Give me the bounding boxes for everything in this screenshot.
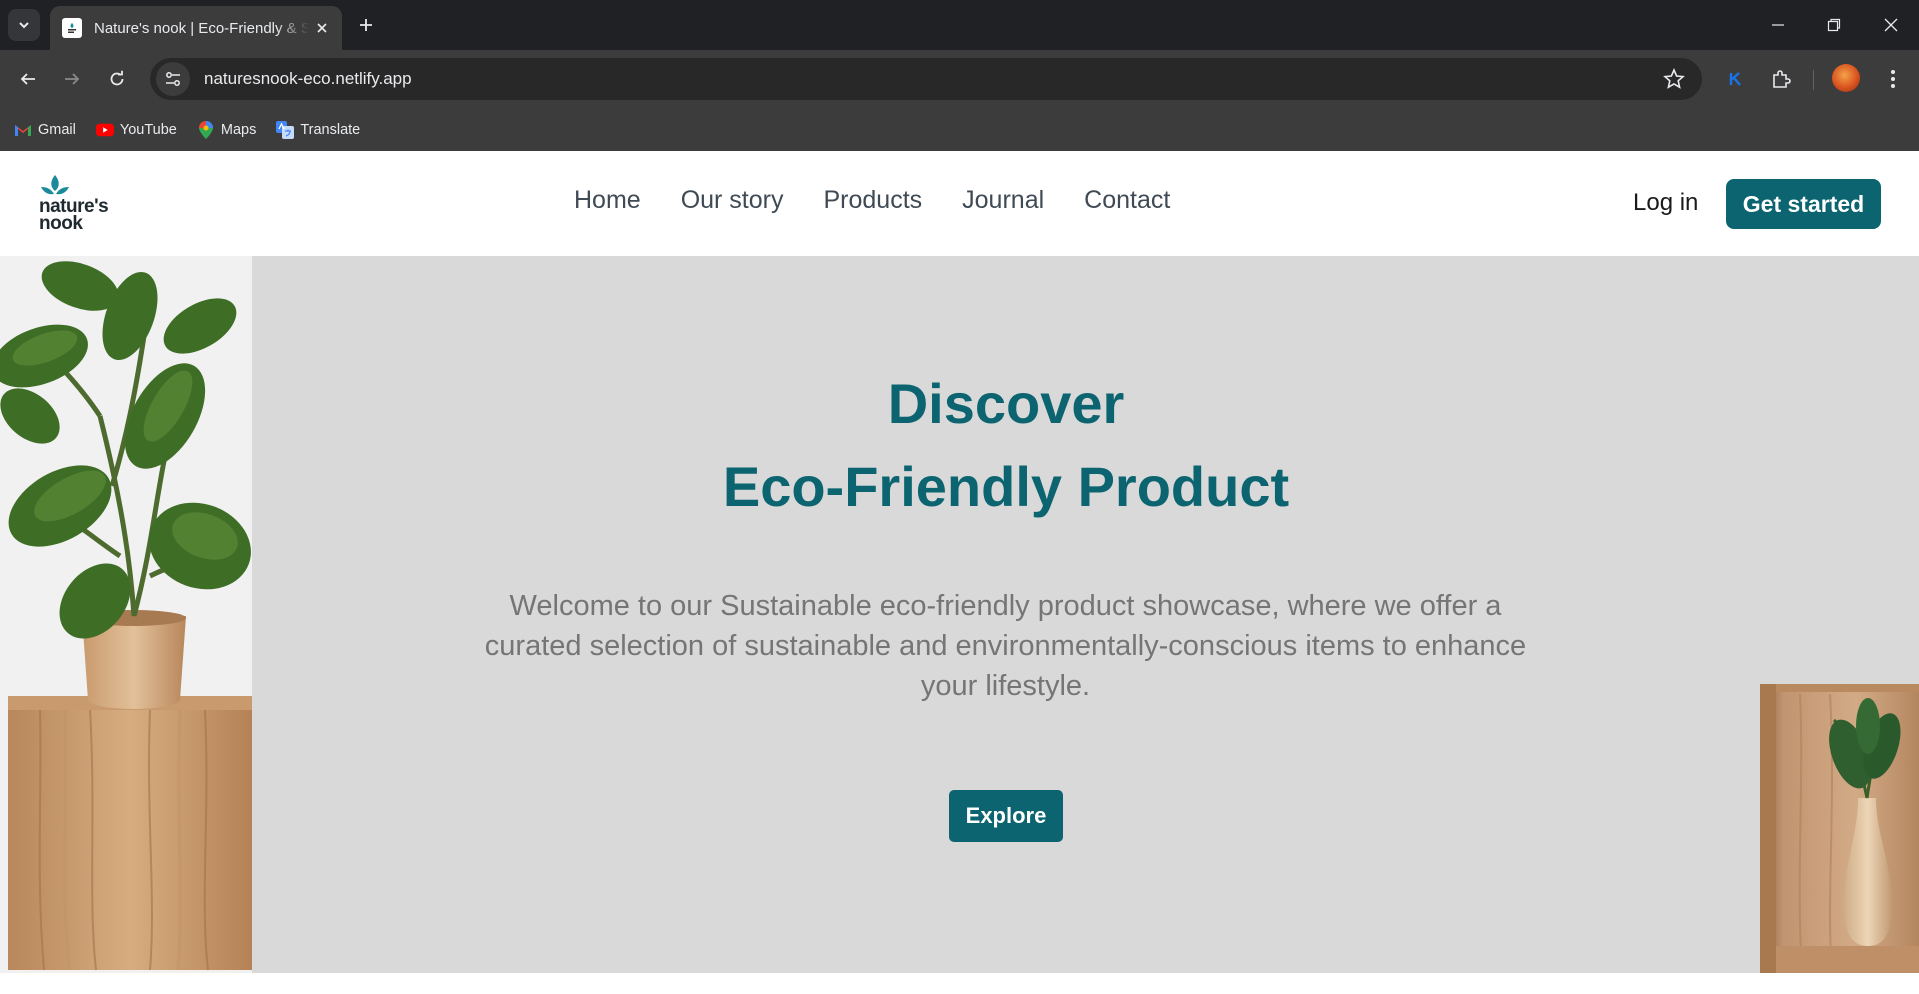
active-tab[interactable]: Nature's nook | Eco-Friendly & Sustainab… — [50, 6, 342, 50]
bookmark-label: Translate — [300, 121, 361, 138]
address-bar[interactable]: naturesnook-eco.netlify.app — [150, 58, 1702, 100]
reload-icon — [110, 70, 124, 86]
bookmark-label: Gmail — [38, 121, 76, 138]
reload-button[interactable] — [100, 62, 134, 96]
site-info-button[interactable] — [156, 62, 190, 96]
arrow-left-icon — [20, 73, 35, 85]
nav-journal[interactable]: Journal — [962, 186, 1044, 215]
tab-close-button[interactable] — [312, 18, 332, 38]
browser-toolbar: naturesnook-eco.netlify.app — [0, 50, 1919, 108]
logo-text: nature's nook — [39, 197, 109, 234]
site-logo[interactable]: nature's nook — [38, 173, 128, 239]
close-icon — [1884, 18, 1898, 32]
gmail-icon — [14, 121, 32, 139]
main-nav: Home Our story Products Journal Contact — [574, 186, 1210, 215]
browser-chrome: Nature's nook | Eco-Friendly & Sustainab… — [0, 0, 1919, 151]
toolbar-divider — [1813, 70, 1814, 90]
youtube-icon — [95, 121, 114, 139]
extensions-menu-button[interactable] — [1764, 62, 1798, 96]
hero-title-line2: Eco-Friendly Product — [722, 455, 1290, 518]
bookmark-label: Maps — [220, 121, 257, 138]
nav-home[interactable]: Home — [574, 186, 641, 215]
tune-icon — [166, 72, 180, 86]
tab-search-button[interactable] — [8, 9, 40, 41]
arrow-right-icon — [65, 73, 80, 85]
nav-our-story[interactable]: Our story — [681, 186, 784, 215]
vase-in-wood-niche-image — [1760, 684, 1919, 973]
hero-section: Discover Eco-Friendly Product Welcome to… — [0, 256, 1919, 973]
logo-text-line2: nook — [39, 213, 83, 234]
nav-contact[interactable]: Contact — [1084, 186, 1170, 215]
profile-avatar[interactable] — [1832, 64, 1860, 92]
nav-products[interactable]: Products — [823, 186, 922, 215]
tab-strip: Nature's nook | Eco-Friendly & Sustainab… — [0, 0, 1919, 50]
forward-button[interactable] — [55, 62, 89, 96]
url-text[interactable]: naturesnook-eco.netlify.app — [204, 69, 412, 89]
bookmark-translate[interactable]: Translate — [276, 120, 361, 139]
explore-button[interactable]: Explore — [949, 790, 1063, 842]
close-window-button[interactable] — [1871, 10, 1911, 40]
puzzle-icon — [1773, 70, 1791, 88]
bookmark-gmail[interactable]: Gmail — [14, 121, 76, 139]
restore-icon — [1827, 18, 1841, 32]
extension-k-icon — [1729, 72, 1741, 86]
restore-button[interactable] — [1814, 10, 1854, 40]
site-header: nature's nook Home Our story Products Jo… — [0, 151, 1919, 256]
star-bookmark-icon[interactable] — [1662, 67, 1686, 91]
bookmark-label: YouTube — [119, 121, 177, 138]
plant-on-wood-block-image — [0, 256, 252, 973]
tab-title: Nature's nook | Eco-Friendly & Sustainab… — [94, 19, 309, 37]
bookmark-youtube[interactable]: YouTube — [95, 121, 177, 139]
minimize-icon — [1772, 24, 1784, 26]
extension-button[interactable] — [1718, 62, 1752, 96]
new-tab-button[interactable] — [352, 11, 380, 39]
browser-menu-button[interactable] — [1876, 62, 1910, 96]
back-button[interactable] — [11, 62, 45, 96]
hero-title-line1: Discover — [887, 372, 1125, 435]
bookmarks-bar: Gmail YouTube Maps Translate — [0, 108, 1919, 151]
page-bottom-strip — [0, 973, 1919, 994]
maps-icon — [197, 120, 215, 139]
login-link[interactable]: Log in — [1633, 189, 1698, 217]
bookmark-maps[interactable]: Maps — [197, 120, 257, 139]
close-icon — [317, 23, 327, 33]
get-started-button[interactable]: Get started — [1726, 179, 1881, 229]
site-favicon-icon — [62, 18, 82, 38]
chevron-down-icon — [19, 22, 29, 29]
hero-description: Welcome to our Sustainable eco-friendly … — [484, 590, 1527, 702]
more-vertical-icon — [1891, 70, 1895, 88]
plus-icon — [360, 19, 372, 31]
minimize-button[interactable] — [1758, 10, 1798, 40]
translate-icon — [276, 120, 295, 139]
